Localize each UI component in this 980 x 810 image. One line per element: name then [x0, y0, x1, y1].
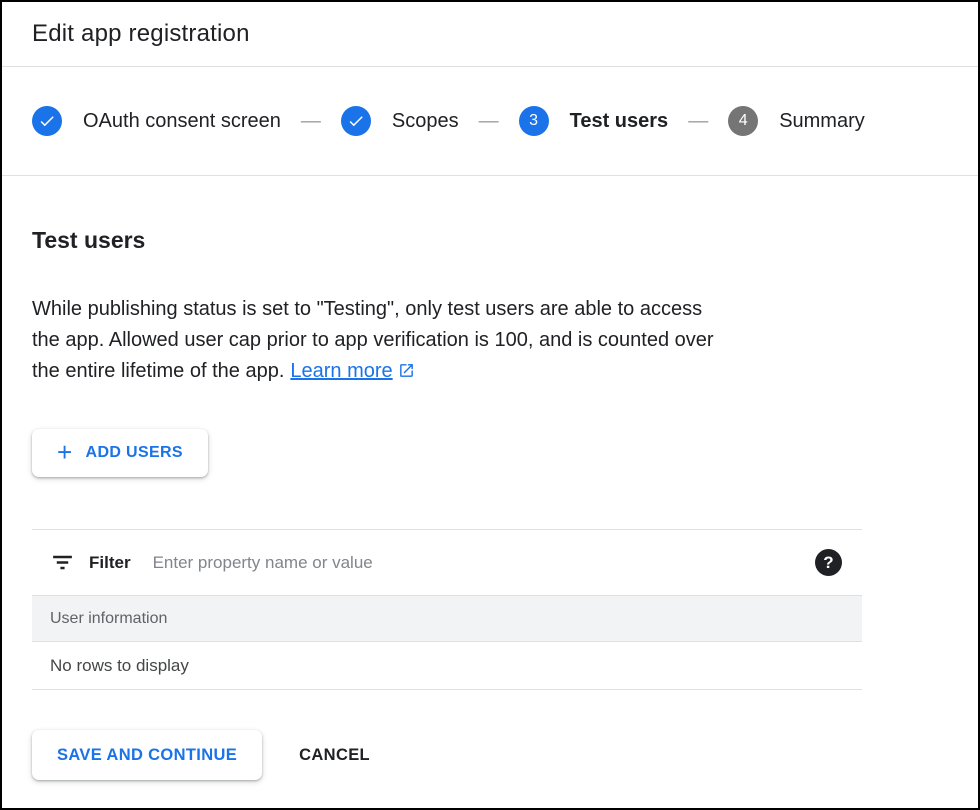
cancel-button[interactable]: CANCEL [299, 746, 370, 765]
step-complete-check-icon [32, 106, 62, 136]
plus-icon: + [57, 439, 73, 465]
step-complete-check-icon [341, 106, 371, 136]
description-line: the app. Allowed user cap prior to app v… [32, 325, 872, 356]
table-empty-message: No rows to display [50, 656, 189, 676]
table-column-user-information: User information [50, 610, 167, 628]
step-connector: — [688, 110, 708, 133]
table-header-row: User information [32, 595, 862, 642]
stepper-step-scopes[interactable]: Scopes [341, 106, 459, 136]
step-connector: — [301, 110, 321, 133]
step-number-badge: 4 [728, 106, 758, 136]
step-label: Scopes [392, 110, 459, 133]
page-title: Edit app registration [32, 20, 250, 48]
add-users-button[interactable]: + ADD USERS [32, 429, 208, 477]
step-number-badge: 3 [519, 106, 549, 136]
edit-app-registration-page: Edit app registration OAuth consent scre… [2, 2, 978, 780]
help-icon[interactable]: ? [815, 549, 842, 576]
section-description: While publishing status is set to "Testi… [32, 294, 872, 389]
description-line: the entire lifetime of the app. [32, 360, 284, 382]
step-label: Summary [779, 110, 865, 133]
stepper-step-summary[interactable]: 4 Summary [728, 106, 865, 136]
header: Edit app registration [2, 2, 978, 67]
main-content: Test users While publishing status is se… [2, 226, 978, 690]
filter-bar: Filter ? [32, 529, 862, 595]
stepper-step-test-users[interactable]: 3 Test users [519, 106, 669, 136]
add-users-button-label: ADD USERS [86, 444, 183, 462]
step-connector: — [479, 110, 499, 133]
test-users-table-card: Filter ? User information No rows to dis… [32, 529, 862, 690]
footer-actions: SAVE AND CONTINUE CANCEL [32, 730, 948, 780]
filter-icon[interactable] [50, 550, 75, 575]
step-label: OAuth consent screen [83, 110, 281, 133]
description-line: While publishing status is set to "Testi… [32, 294, 872, 325]
filter-label: Filter [89, 553, 131, 573]
save-and-continue-button[interactable]: SAVE AND CONTINUE [32, 730, 262, 780]
step-label-current: Test users [570, 110, 669, 133]
external-link-icon [398, 362, 415, 384]
stepper-step-oauth-consent-screen[interactable]: OAuth consent screen [32, 106, 281, 136]
section-heading: Test users [32, 226, 948, 254]
learn-more-link[interactable]: Learn more [290, 360, 392, 382]
table-empty-row: No rows to display [32, 642, 862, 690]
filter-input[interactable] [153, 553, 801, 573]
stepper: OAuth consent screen — Scopes — 3 Test u… [2, 67, 978, 176]
